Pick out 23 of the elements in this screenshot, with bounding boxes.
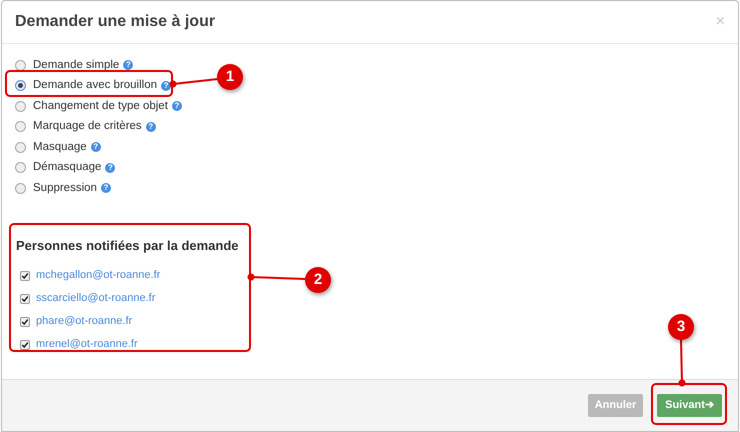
option-label: Suppression [33, 180, 97, 196]
email-link[interactable]: mchegallon@ot-roanne.fr [36, 267, 160, 284]
help-icon[interactable]: ? [146, 122, 156, 132]
help-icon[interactable]: ? [90, 142, 101, 152]
help-icon[interactable]: ? [161, 80, 172, 91]
email-link[interactable]: phare@ot-roanne.fr [36, 313, 132, 330]
arrow-icon: ➔ [704, 397, 714, 414]
section-heading: Personnes notifiées par la demande [16, 236, 240, 255]
option-label: Marquage de critères [33, 119, 142, 134]
dialog-title: Demander une mise à jour [15, 12, 216, 32]
email-link[interactable]: sscarciello@ot-roanne.fr [36, 290, 156, 307]
help-icon[interactable]: ? [105, 162, 116, 173]
option-label: Demande avec brouillon [33, 78, 158, 94]
email-link[interactable]: mrenel@ot-roanne.fr [36, 336, 138, 353]
help-icon[interactable]: ? [100, 183, 111, 194]
next-button[interactable]: Suivant➔ [657, 394, 722, 417]
option-label: Changement de type objet [33, 98, 168, 114]
option-label: Démasquage [33, 160, 102, 176]
cancel-button[interactable]: Annuler [588, 394, 643, 417]
help-icon[interactable]: ? [172, 101, 182, 112]
option-label: Masquage [33, 140, 87, 155]
help-icon[interactable]: ? [123, 60, 134, 70]
option-label: Demande simple [33, 58, 120, 73]
